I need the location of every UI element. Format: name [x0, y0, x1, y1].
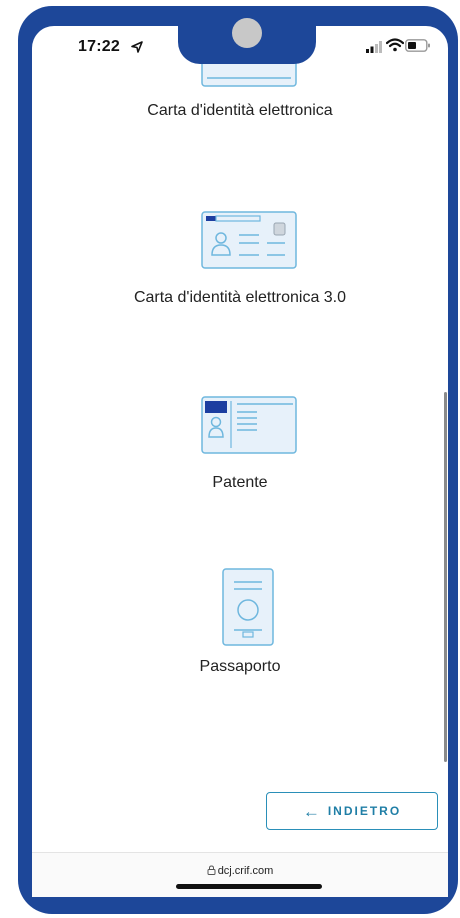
- url-text-row: dcj.crif.com: [32, 865, 448, 877]
- url-text: dcj.crif.com: [217, 865, 274, 877]
- home-indicator: [176, 884, 322, 889]
- wifi-icon: [386, 38, 404, 52]
- back-button[interactable]: ← INDIETRO: [266, 792, 438, 830]
- id-card-3-icon[interactable]: [201, 211, 297, 269]
- scrollbar[interactable]: [444, 392, 447, 762]
- battery-icon: [405, 39, 430, 52]
- status-time: 17:22: [78, 38, 120, 55]
- screen: [32, 26, 448, 896]
- document-label-carta-identita-3[interactable]: Carta d'identità elettronica 3.0: [32, 289, 448, 307]
- document-label-carta-identita[interactable]: Carta d'identità elettronica: [32, 102, 448, 120]
- driving-license-icon[interactable]: [201, 396, 297, 454]
- cellular-signal-icon: [366, 41, 382, 53]
- id-card-icon[interactable]: [201, 60, 297, 88]
- document-label-patente[interactable]: Patente: [32, 474, 448, 492]
- camera-icon: [232, 18, 262, 48]
- browser-url-bar[interactable]: dcj.crif.com: [32, 852, 448, 897]
- location-arrow-icon: [131, 41, 143, 53]
- back-button-label: INDIETRO: [327, 804, 402, 818]
- passport-icon[interactable]: [222, 568, 274, 646]
- lock-icon: [207, 865, 216, 875]
- document-label-passaporto[interactable]: Passaporto: [32, 658, 448, 676]
- arrow-left-icon: ←: [302, 801, 320, 821]
